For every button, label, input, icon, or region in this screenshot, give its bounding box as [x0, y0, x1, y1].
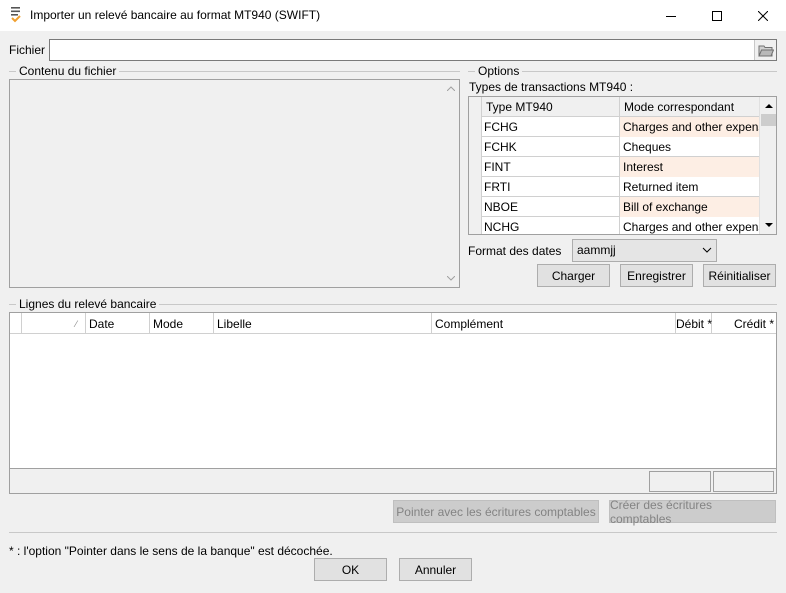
maximize-button[interactable]: [694, 0, 740, 31]
scroll-up-icon[interactable]: [442, 80, 459, 97]
format-dates-value: aammjj: [577, 243, 616, 257]
reinitialiser-button[interactable]: Réinitialiser: [703, 264, 776, 287]
minimize-button[interactable]: [648, 0, 694, 31]
charger-button[interactable]: Charger: [537, 264, 610, 287]
grid-cell-type[interactable]: FCHG: [482, 117, 620, 137]
format-dates-label: Format des dates: [468, 244, 562, 258]
grid-row[interactable]: FRTI Returned item: [469, 177, 759, 197]
total-debit: [649, 471, 711, 492]
close-button[interactable]: [740, 0, 786, 31]
col-credit[interactable]: Crédit *: [712, 313, 776, 334]
grid-cell-type[interactable]: FRTI: [482, 177, 620, 197]
creer-ecritures-button[interactable]: Créer des écritures comptables: [609, 498, 776, 526]
scroll-up-icon[interactable]: [760, 97, 776, 114]
grid-cell-mode[interactable]: Cheques: [620, 137, 759, 157]
contenu-textarea[interactable]: [9, 79, 460, 288]
grid-header: Type MT940 Mode correspondant: [469, 97, 759, 117]
grid-row[interactable]: NCHG Charges and other expenses: [469, 217, 759, 234]
footnote: * : l'option "Pointer dans le sens de la…: [9, 544, 333, 558]
chevron-down-icon: [702, 243, 712, 260]
grid-row[interactable]: FCHG Charges and other expenses: [469, 117, 759, 137]
grid-row[interactable]: FCHK Cheques: [469, 137, 759, 157]
types-grid[interactable]: Type MT940 Mode correspondant FCHG Charg…: [468, 96, 777, 235]
folder-open-icon[interactable]: [754, 40, 776, 60]
grid-header-type[interactable]: Type MT940: [482, 97, 620, 117]
title-bar: Importer un relevé bancaire au format MT…: [0, 0, 786, 31]
options-group-title: Options: [475, 64, 523, 78]
grid-header-mode[interactable]: Mode correspondant: [620, 97, 759, 117]
col-date[interactable]: Date: [86, 313, 150, 334]
col-selector: [10, 313, 22, 334]
annuler-button[interactable]: Annuler: [399, 558, 472, 581]
scroll-down-icon[interactable]: [760, 217, 776, 234]
grid-cell-mode[interactable]: Bill of exchange: [620, 197, 759, 217]
total-credit: [713, 471, 774, 492]
scroll-down-icon[interactable]: [442, 270, 459, 287]
lignes-totals: [10, 468, 776, 493]
grid-cell-mode[interactable]: Charges and other expenses: [620, 117, 759, 137]
grid-scrollbar[interactable]: [759, 97, 776, 234]
grid-row[interactable]: NBOE Bill of exchange: [469, 197, 759, 217]
window-title: Importer un relevé bancaire au format MT…: [30, 8, 321, 22]
grid-cell-type[interactable]: NBOE: [482, 197, 620, 217]
pointer-button[interactable]: Pointer avec les écritures comptables: [393, 500, 599, 523]
grid-cell-type[interactable]: NCHG: [482, 217, 620, 234]
grid-cell-mode[interactable]: Interest: [620, 157, 759, 177]
grid-cell-mode[interactable]: Charges and other expenses: [620, 217, 759, 234]
types-label: Types de transactions MT940 :: [469, 80, 634, 94]
col-complement[interactable]: Complément: [432, 313, 676, 334]
grid-scroll-thumb[interactable]: [761, 114, 776, 126]
enregistrer-button[interactable]: Enregistrer: [620, 264, 693, 287]
separator: [9, 532, 777, 533]
contenu-scrollbar[interactable]: [442, 80, 459, 287]
lignes-group-title: Lignes du relevé bancaire: [16, 297, 160, 311]
fichier-label: Fichier: [9, 43, 46, 57]
ok-button[interactable]: OK: [314, 558, 387, 581]
grid-cell-type[interactable]: FCHK: [482, 137, 620, 157]
col-sort[interactable]: ⁄: [22, 313, 86, 334]
col-libelle[interactable]: Libelle: [214, 313, 432, 334]
lignes-table-header: ⁄ Date Mode Libelle Complément Débit * C…: [10, 313, 776, 334]
grid-cell-mode[interactable]: Returned item: [620, 177, 759, 197]
format-dates-select[interactable]: aammjj: [572, 239, 717, 262]
fichier-input[interactable]: [49, 39, 777, 61]
grid-row[interactable]: FINT Interest: [469, 157, 759, 177]
lignes-table[interactable]: ⁄ Date Mode Libelle Complément Débit * C…: [9, 312, 777, 494]
app-icon: [9, 6, 23, 24]
col-mode[interactable]: Mode: [150, 313, 214, 334]
grid-cell-type[interactable]: FINT: [482, 157, 620, 177]
contenu-group-title: Contenu du fichier: [16, 64, 120, 78]
col-debit[interactable]: Débit *: [676, 313, 712, 334]
